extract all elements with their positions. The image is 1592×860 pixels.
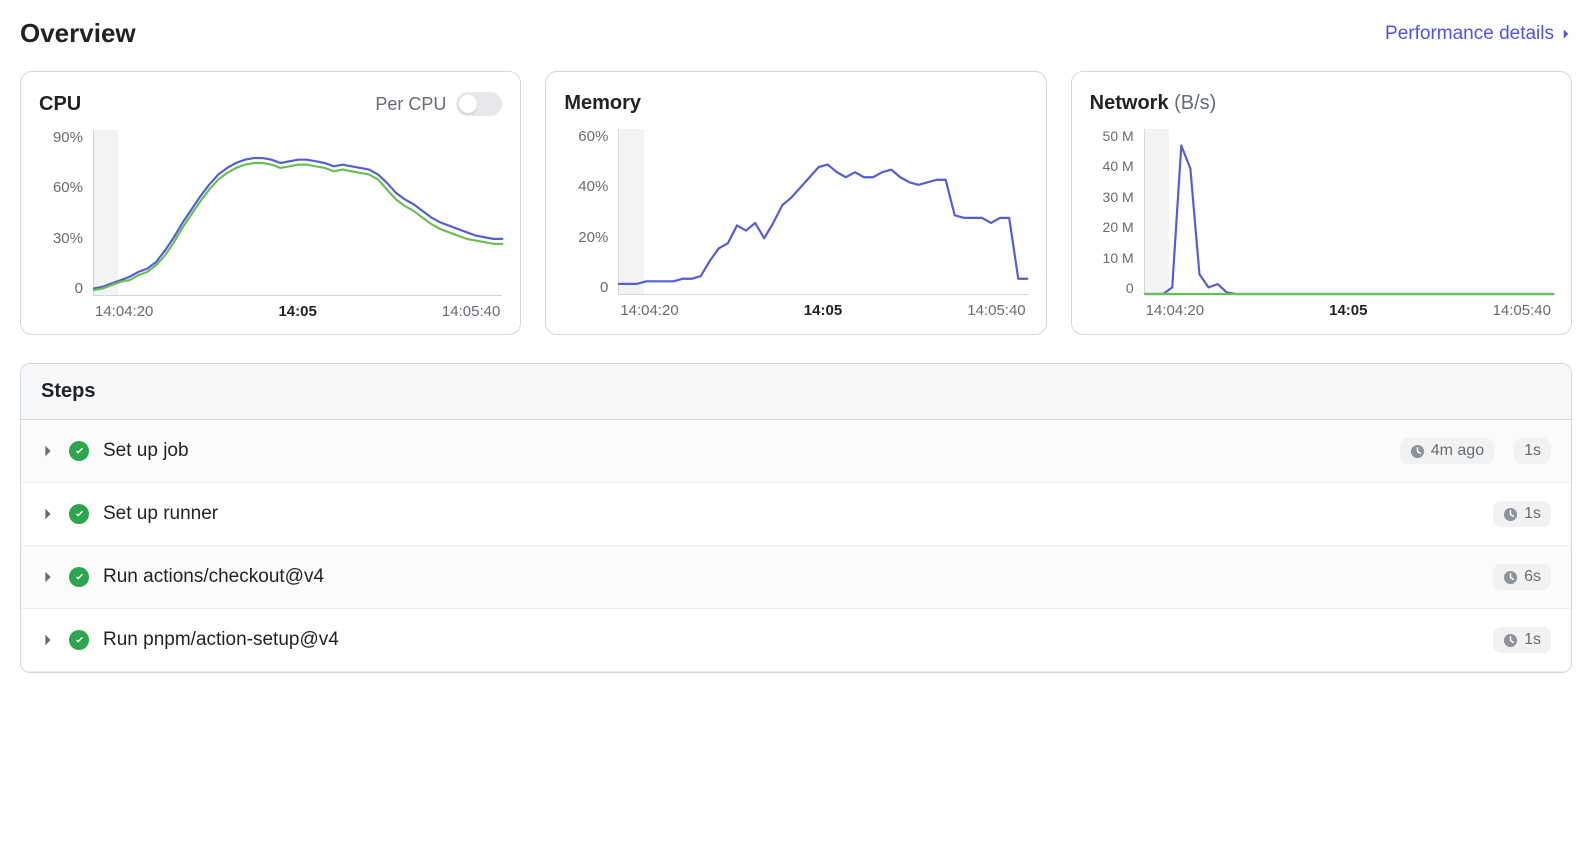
memory-plot: 60% 40% 20% 0 14:04:20 14:05 14:05:40 [564, 129, 1027, 319]
status-success-icon [69, 630, 89, 650]
network-plot: 50 M 40 M 30 M 20 M 10 M 0 14:04:20 14:0… [1090, 129, 1553, 319]
cpu-y-ticks: 90% 60% 30% 0 [39, 130, 89, 296]
step-name: Run pnpm/action-setup@v4 [103, 629, 1473, 651]
memory-card: Memory 60% 40% 20% 0 14:04:20 14:05 14:0… [545, 71, 1046, 335]
status-success-icon [69, 567, 89, 587]
clock-icon [1503, 507, 1518, 522]
step-name: Set up job [103, 440, 1380, 462]
chevron-right-icon [41, 444, 55, 458]
performance-details-link[interactable]: Performance details [1385, 23, 1572, 45]
clock-icon [1503, 633, 1518, 648]
memory-x-ticks: 14:04:20 14:05 14:05:40 [618, 302, 1027, 319]
memory-card-title: Memory [564, 92, 641, 115]
network-card-title: Network (B/s) [1090, 92, 1217, 115]
chevron-right-icon [41, 570, 55, 584]
step-relative-time: 4m ago [1400, 438, 1494, 464]
memory-chart-svg [619, 129, 1027, 294]
network-x-ticks: 14:04:20 14:05 14:05:40 [1144, 302, 1553, 319]
step-duration: 1s [1493, 627, 1551, 653]
steps-header: Steps [21, 364, 1571, 420]
network-chart-svg [1145, 129, 1553, 294]
step-duration: 1s [1514, 438, 1551, 464]
status-success-icon [69, 441, 89, 461]
cpu-card: CPU Per CPU 90% 60% 30% 0 14:04:20 14:05… [20, 71, 521, 335]
chevron-right-icon [41, 633, 55, 647]
memory-y-ticks: 60% 40% 20% 0 [564, 129, 614, 295]
step-row[interactable]: Set up job 4m ago 1s [21, 420, 1571, 483]
step-name: Set up runner [103, 503, 1473, 525]
per-cpu-toggle-label: Per CPU [375, 94, 446, 115]
step-name: Run actions/checkout@v4 [103, 566, 1473, 588]
charts-row: CPU Per CPU 90% 60% 30% 0 14:04:20 14:05… [20, 71, 1572, 335]
step-duration: 1s [1493, 501, 1551, 527]
chevron-right-icon [41, 507, 55, 521]
cpu-x-ticks: 14:04:20 14:05 14:05:40 [93, 303, 502, 320]
step-row[interactable]: Run actions/checkout@v4 6s [21, 546, 1571, 609]
cpu-chart-svg [94, 130, 502, 295]
step-row[interactable]: Set up runner 1s [21, 483, 1571, 546]
step-row[interactable]: Run pnpm/action-setup@v4 1s [21, 609, 1571, 672]
overview-header: Overview Performance details [20, 18, 1572, 49]
per-cpu-toggle[interactable] [456, 92, 502, 116]
steps-panel: Steps Set up job4m ago1sSet up runner1sR… [20, 363, 1572, 673]
step-duration: 6s [1493, 564, 1551, 590]
status-success-icon [69, 504, 89, 524]
page-title: Overview [20, 18, 136, 49]
performance-details-label: Performance details [1385, 23, 1554, 45]
clock-icon [1503, 570, 1518, 585]
steps-body: Set up job 4m ago 1s Set up runner 1s Run act… [21, 420, 1571, 672]
chevron-right-icon [1560, 28, 1572, 40]
network-y-ticks: 50 M 40 M 30 M 20 M 10 M 0 [1090, 129, 1140, 295]
network-card: Network (B/s) 50 M 40 M 30 M 20 M 10 M 0… [1071, 71, 1572, 335]
clock-icon [1410, 444, 1425, 459]
cpu-plot: 90% 60% 30% 0 14:04:20 14:05 14:05:40 [39, 130, 502, 320]
cpu-card-title: CPU [39, 93, 81, 116]
